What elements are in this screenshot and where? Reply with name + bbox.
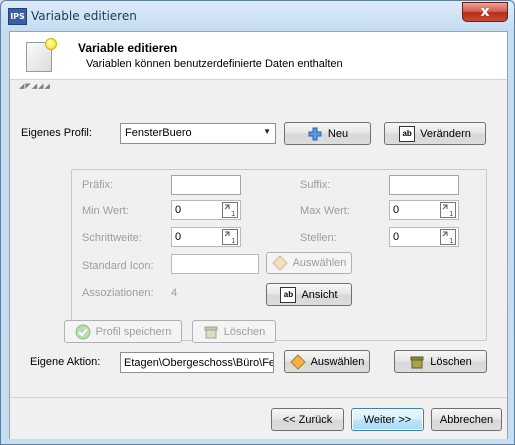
light-dot-icon: [45, 38, 57, 50]
svg-text:1: 1: [231, 237, 235, 245]
checkmark-icon: [75, 324, 91, 340]
action-delete-label: Löschen: [430, 355, 472, 368]
save-profile-label: Profil speichern: [95, 325, 172, 338]
ab-icon: ab: [280, 286, 297, 303]
window-title: Variable editieren: [31, 9, 137, 23]
diamond-icon: [289, 353, 306, 370]
plus-icon: [307, 126, 323, 142]
standard-icon-label: Standard Icon:: [82, 260, 154, 272]
back-button[interactable]: << Zurück: [271, 408, 344, 431]
max-value-field[interactable]: 0 1: [389, 200, 459, 220]
new-profile-label: Neu: [327, 127, 349, 140]
title-bar[interactable]: IPS Variable editieren x: [1, 1, 514, 31]
spin-edit-icon[interactable]: 1: [222, 229, 238, 245]
prefix-label: Präfix:: [82, 179, 114, 191]
step-value: 0: [175, 231, 182, 243]
svg-text:1: 1: [449, 210, 453, 218]
view-label: Ansicht: [301, 288, 338, 301]
trash-icon: [409, 354, 425, 370]
next-button[interactable]: Weiter >>: [351, 408, 424, 431]
action-label: Eigene Aktion:: [30, 356, 101, 368]
action-delete-button[interactable]: Löschen: [394, 350, 487, 373]
spin-edit-icon[interactable]: 1: [440, 202, 456, 218]
variable-page-icon: [26, 38, 57, 72]
header-title: Variable editieren: [78, 41, 178, 55]
profile-label: Eigenes Profil:: [21, 127, 92, 139]
max-value-label: Max Wert:: [300, 205, 350, 217]
profile-select-value: FensterBuero: [125, 127, 192, 139]
prefix-field[interactable]: [171, 175, 241, 195]
svg-text:1: 1: [449, 237, 453, 245]
ab-icon: ab: [399, 125, 416, 142]
step-field[interactable]: 0 1: [171, 227, 241, 247]
digits-label: Stellen:: [300, 232, 337, 244]
new-profile-button[interactable]: Neu: [284, 122, 371, 145]
svg-text:1: 1: [231, 210, 235, 218]
view-button[interactable]: ab Ansicht: [266, 283, 352, 306]
digits-field[interactable]: 0 1: [389, 227, 459, 247]
wizard-footer: << Zurück Weiter >> Abbrechen: [10, 397, 507, 439]
min-value-field[interactable]: 0 1: [171, 200, 241, 220]
save-profile-button[interactable]: Profil speichern: [64, 320, 182, 343]
dialog-client: Variable editieren Variablen können benu…: [9, 31, 508, 439]
next-label: Weiter >>: [363, 413, 412, 426]
associations-label: Assoziationen:: [82, 287, 154, 299]
profile-select[interactable]: FensterBuero ▼: [120, 123, 276, 144]
spin-edit-icon[interactable]: 1: [440, 229, 456, 245]
header-separator-dots: ◢◤◢◢◢: [19, 83, 51, 90]
action-path-field[interactable]: Etagen\Obergeschoss\Büro\Fe: [120, 352, 274, 373]
action-path-value: Etagen\Obergeschoss\Büro\Fe: [124, 357, 274, 369]
action-select-button[interactable]: Auswählen: [284, 350, 370, 373]
action-select-label: Auswählen: [310, 355, 365, 368]
suffix-label: Suffix:: [300, 179, 331, 191]
trash-icon: [203, 324, 219, 340]
wizard-header: Variable editieren Variablen können benu…: [10, 32, 507, 80]
ips-app-icon: IPS: [8, 8, 27, 25]
cancel-button[interactable]: Abbrechen: [431, 408, 502, 431]
chevron-down-icon: ▼: [263, 127, 271, 136]
close-button[interactable]: x: [462, 2, 508, 22]
icon-select-label: Auswählen: [292, 257, 347, 269]
spin-edit-icon[interactable]: 1: [222, 202, 238, 218]
dialog-window: IPS Variable editieren x Variable editie…: [0, 0, 515, 445]
back-label: << Zurück: [282, 413, 333, 426]
diamond-icon: [271, 255, 288, 271]
standard-icon-field[interactable]: [171, 254, 259, 274]
associations-count: 4: [171, 287, 178, 299]
change-profile-button[interactable]: ab Verändern: [384, 122, 486, 145]
icon-select-button[interactable]: Auswählen: [266, 252, 352, 274]
cancel-label: Abbrechen: [439, 413, 494, 426]
delete-profile-button[interactable]: Löschen: [192, 320, 276, 343]
max-value: 0: [393, 204, 400, 216]
min-value: 0: [175, 204, 182, 216]
suffix-field[interactable]: [389, 175, 459, 195]
digits-value: 0: [393, 231, 400, 243]
header-subtitle: Variablen können benutzerdefinierte Date…: [86, 58, 343, 70]
change-profile-label: Verändern: [420, 127, 471, 140]
step-label: Schrittweite:: [82, 232, 142, 244]
min-value-label: Min Wert:: [82, 205, 129, 217]
delete-profile-label: Löschen: [223, 325, 266, 338]
